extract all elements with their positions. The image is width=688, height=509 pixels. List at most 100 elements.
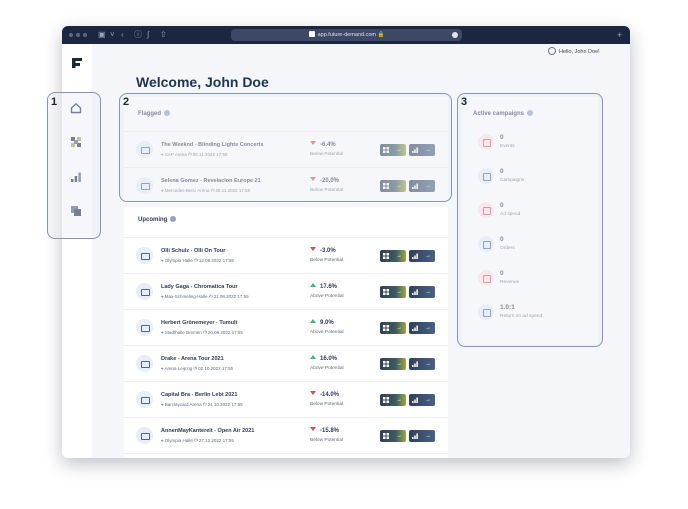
open-analytics-button[interactable]: → [409, 430, 435, 442]
open-analytics-button[interactable]: → [409, 322, 435, 334]
url-text: app.future-demand.com [317, 32, 376, 38]
open-campaign-button[interactable]: → [380, 250, 406, 262]
open-analytics-button[interactable]: → [409, 286, 435, 298]
arrow-right-icon: → [396, 253, 402, 259]
minimize-dot[interactable] [76, 33, 80, 37]
ticket-icon [136, 319, 153, 336]
event-venue: Olympia Halle [164, 438, 193, 443]
grid-icon [383, 397, 389, 403]
event-row[interactable]: Herbert Grönemeyer - Tumult ⌖ Stadthalle … [124, 309, 448, 345]
event-row[interactable]: Drake - Arena Tour 2021 ⌖ Arena Leipzig ◷… [124, 345, 448, 381]
ticket-icon [136, 355, 153, 372]
event-row[interactable]: Lady Gaga - Chromatica Tour ⌖ Max-Schmeli… [124, 273, 448, 309]
share-icon[interactable]: ⇧ [160, 29, 167, 41]
arrow-right-icon: → [396, 325, 402, 331]
grid-icon [383, 361, 389, 367]
greeting-text: Hello, John Doe! [559, 49, 600, 55]
grid-icon [383, 433, 389, 439]
upcoming-title: Upcoming [138, 216, 177, 223]
event-meta: ⌖ Max-Schmeling-Halle ◷ 31.08.2022 17:55 [161, 294, 249, 299]
bar-chart-icon [412, 361, 418, 367]
event-row[interactable]: Olli Schulz - Olli On Tour ⌖ Olympia Hall… [124, 237, 448, 273]
open-campaign-button[interactable]: → [380, 358, 406, 370]
callout-number-1: 1 [51, 96, 58, 108]
arrow-down-icon [310, 247, 316, 251]
potential-status: Above Potential [310, 366, 344, 371]
event-venue: Barclaycard Arena [164, 402, 202, 407]
open-analytics-button[interactable]: → [409, 358, 435, 370]
event-name[interactable]: Herbert Grönemeyer - Tumult [161, 320, 237, 326]
event-name[interactable]: Olli Schulz - Olli On Tour [161, 248, 225, 254]
arrow-right-icon: → [425, 325, 431, 331]
arrow-right-icon: → [425, 253, 431, 259]
open-campaign-button[interactable]: → [380, 286, 406, 298]
close-dot[interactable] [69, 33, 73, 37]
event-date: 31.08.2022 17:55 [213, 294, 249, 299]
event-meta: ⌖ Stadthalle Bremen ◷ 20.09.2022 17:55 [161, 330, 243, 335]
arrow-right-icon: → [396, 361, 402, 367]
bar-chart-icon [412, 325, 418, 331]
logo-icon[interactable] [71, 57, 83, 69]
open-analytics-button[interactable]: → [409, 250, 435, 262]
event-row[interactable]: Capital Bra - Berlin Lebt 2021 ⌖ Barclayc… [124, 381, 448, 417]
arrow-right-icon: → [425, 361, 431, 367]
event-venue: Stadthalle Bremen [164, 330, 202, 335]
event-name[interactable]: Capital Bra - Berlin Lebt 2021 [161, 392, 237, 398]
event-venue: Arena Leipzig [164, 366, 193, 371]
script-icon[interactable]: ∫ [147, 29, 149, 41]
back-icon[interactable]: ‹ [121, 29, 124, 41]
arrow-right-icon: → [425, 433, 431, 439]
event-venue: Olympia Halle [164, 258, 193, 263]
potential-percent: -15.8% [310, 427, 339, 434]
potential-status: Below Potential [310, 438, 344, 443]
sidebar-toggle-icon[interactable]: ▣ [98, 29, 106, 41]
open-campaign-button[interactable]: → [380, 322, 406, 334]
favicon-icon [308, 31, 315, 37]
event-row[interactable]: AnnenMayKantereit - Open Air 2021 ⌖ Olymp… [124, 417, 448, 453]
arrow-up-icon [310, 319, 316, 323]
event-row[interactable]: Justin Bieber - Justice Tour 21/22-20.0%… [124, 453, 448, 458]
callout-number-2: 2 [123, 96, 130, 108]
info-icon[interactable]: ⓘ [134, 29, 142, 41]
potential-status: Above Potential [310, 330, 344, 335]
ticket-icon [136, 391, 153, 408]
bar-chart-icon [412, 397, 418, 403]
browser-titlebar: ▣ ˅ ‹ ⓘ ∫ ⇧ app.future-demand.com 🔒 + [62, 26, 630, 44]
event-venue: Max-Schmeling-Halle [164, 294, 208, 299]
potential-percent: 9.0% [310, 319, 334, 326]
potential-status: Below Potential [310, 402, 344, 407]
ticket-icon [136, 247, 153, 264]
callout-box-3 [457, 93, 603, 347]
grid-icon [383, 289, 389, 295]
reload-icon[interactable] [452, 32, 458, 38]
callout-box-1 [47, 92, 101, 239]
open-analytics-button[interactable]: → [409, 394, 435, 406]
chevron-down-icon[interactable]: ˅ [110, 29, 115, 41]
potential-percent: -3.0% [310, 247, 336, 254]
event-name[interactable]: Drake - Arena Tour 2021 [161, 356, 224, 362]
potential-percent: 16.0% [310, 355, 337, 362]
event-date: 24.10.2022 17:55 [207, 402, 243, 407]
new-tab-icon[interactable]: + [617, 29, 622, 41]
event-date: 02.10.2022 17:55 [198, 366, 234, 371]
event-meta: ⌖ Arena Leipzig ◷ 02.10.2022 17:55 [161, 366, 233, 371]
zoom-dot[interactable] [83, 33, 87, 37]
info-icon[interactable] [170, 216, 177, 222]
callout-box-2 [119, 93, 452, 202]
arrow-right-icon: → [425, 289, 431, 295]
potential-status: Above Potential [310, 294, 344, 299]
potential-percent: 17.6% [310, 283, 337, 290]
bar-chart-icon [412, 433, 418, 439]
event-date: 12.08.2022 17:55 [198, 258, 234, 263]
bar-chart-icon [412, 253, 418, 259]
open-campaign-button[interactable]: → [380, 430, 406, 442]
user-greeting[interactable]: Hello, John Doe! [548, 47, 600, 57]
event-name[interactable]: Lady Gaga - Chromatica Tour [161, 284, 238, 290]
avatar-icon [548, 47, 556, 55]
event-meta: ⌖ Olympia Halle ◷ 27.12.2022 17:55 [161, 438, 234, 443]
event-meta: ⌖ Barclaycard Arena ◷ 24.10.2022 17:55 [161, 402, 243, 407]
ticket-icon [136, 283, 153, 300]
open-campaign-button[interactable]: → [380, 394, 406, 406]
event-name[interactable]: AnnenMayKantereit - Open Air 2021 [161, 428, 254, 434]
address-bar[interactable]: app.future-demand.com 🔒 [231, 29, 462, 41]
